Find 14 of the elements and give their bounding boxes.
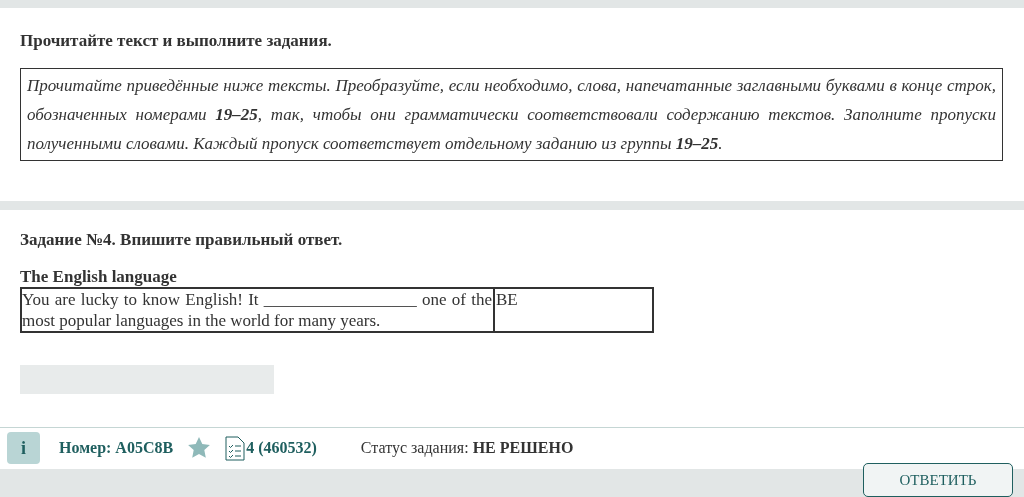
status-label: Статус задания:	[360, 438, 469, 459]
section-heading: Прочитайте текст и выполните задания.	[20, 30, 333, 53]
task-number: Номер: A05C8B	[59, 438, 174, 459]
table-cell: You are lucky to know English! It __________________ one of the most popular languages in the world for many years.	[22, 288, 493, 331]
info-button[interactable]: i	[7, 432, 40, 465]
table-cell: BE	[493, 288, 652, 331]
instruction-text: Прочитайте приведённые ниже тексты. Преобразуйте, если необходимо, слова, напечатанные заглавными буквами в конце строк, обозначенных номерами 19–25, так, чтобы они грамматически соответствовали содержанию текстов. Заполните пропуски полученными словами. Каждый пропуск соответствует отдельному заданию из группы 19–25.	[20, 67, 1003, 161]
status-value: НЕ РЕШЕНО	[472, 438, 574, 459]
star-icon[interactable]	[187, 436, 212, 461]
text-title: The English language	[20, 266, 178, 287]
task-heading: Задание №4. Впишите правильный ответ.	[20, 229, 344, 252]
checklist-icon[interactable]	[225, 435, 246, 461]
submit-button[interactable]: ОТВЕТИТЬ	[863, 463, 1013, 497]
variant-number: 4 (460532)	[246, 438, 317, 459]
